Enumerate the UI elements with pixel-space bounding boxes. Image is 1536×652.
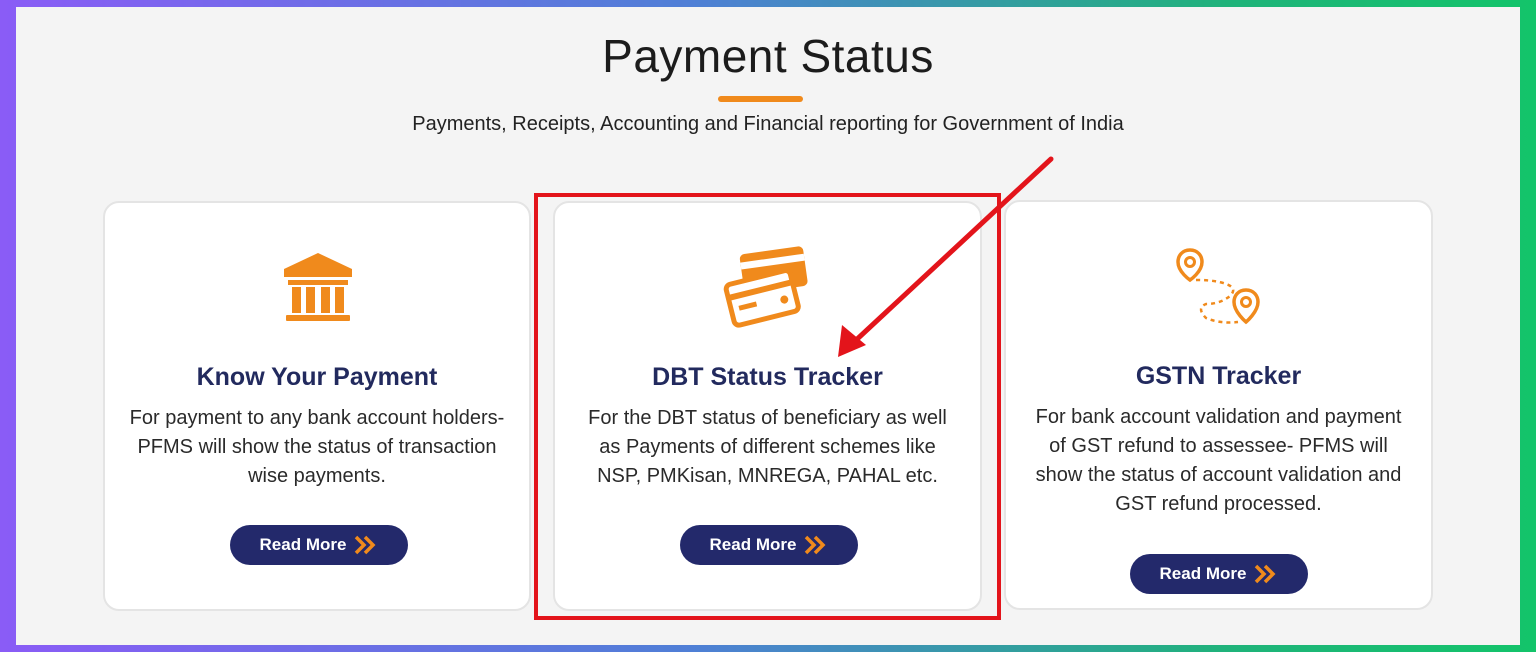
credit-cards-icon xyxy=(723,246,808,328)
card-description: For bank account validation and payment … xyxy=(1035,406,1402,515)
read-more-button[interactable]: Read More xyxy=(680,525,858,565)
card-know-your-payment: Know Your Payment For payment to any ban… xyxy=(103,201,531,611)
title-underline xyxy=(718,96,803,102)
page-title: Payment Status xyxy=(602,30,934,82)
read-more-button[interactable]: Read More xyxy=(230,525,408,565)
read-more-label: Read More xyxy=(259,535,347,554)
read-more-button[interactable]: Read More xyxy=(1130,554,1308,594)
read-more-label: Read More xyxy=(709,535,797,554)
card-description: For the DBT status of beneficiary as wel… xyxy=(588,407,947,487)
read-more-label: Read More xyxy=(1159,564,1247,583)
bank-icon xyxy=(284,253,352,321)
double-chevron-right-icon xyxy=(355,535,376,555)
card-dbt-status-tracker: DBT Status Tracker For the DBT status of… xyxy=(553,201,982,611)
page-subtitle: Payments, Receipts, Accounting and Finan… xyxy=(412,113,1124,135)
card-title: DBT Status Tracker xyxy=(652,363,883,391)
double-chevron-right-icon xyxy=(1255,564,1276,584)
card-title: Know Your Payment xyxy=(196,363,438,391)
card-gstn-tracker: GSTN Tracker For bank account validation… xyxy=(1004,200,1433,610)
card-title: GSTN Tracker xyxy=(1135,362,1302,390)
route-pins-icon xyxy=(1176,248,1260,325)
card-description: For payment to any bank account holders-… xyxy=(129,407,505,487)
double-chevron-right-icon xyxy=(805,535,826,555)
page-frame: Payment Status Payments, Receipts, Accou… xyxy=(16,7,1520,645)
